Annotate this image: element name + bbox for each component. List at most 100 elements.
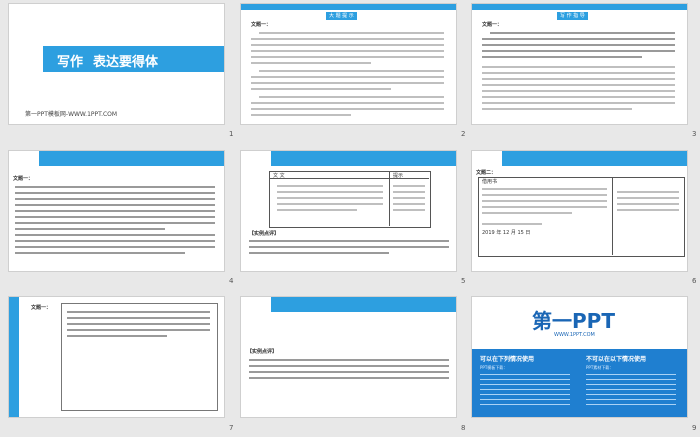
text-line (482, 78, 675, 80)
text-line (482, 84, 675, 86)
link-line (480, 389, 570, 390)
text-line (249, 359, 449, 361)
text-line (67, 317, 210, 319)
letter-date: 2019 年 12 月 15 日 (482, 230, 531, 236)
link-line (480, 374, 570, 375)
text-line (249, 371, 449, 373)
text-line (393, 191, 425, 193)
text-line (393, 185, 425, 187)
section-label: 写 作 指 导 (557, 12, 588, 20)
top-bar-white-tab (472, 151, 502, 166)
left-blue-stripe (9, 297, 19, 417)
text-line (482, 96, 675, 98)
text-line (617, 209, 679, 211)
heading: 文题一： (251, 22, 272, 28)
text-line (249, 377, 449, 379)
link-line (586, 384, 676, 385)
text-line (15, 186, 215, 188)
text-line (251, 38, 444, 40)
text-line (251, 88, 391, 90)
heading: 文题一： (13, 176, 34, 182)
table-col-left: 文 文 (273, 173, 285, 179)
text-line (15, 204, 215, 206)
text-line (259, 32, 444, 34)
text-line (393, 203, 425, 205)
text-line (393, 197, 425, 199)
top-bar-white-tab (241, 297, 271, 312)
title-accent-white (9, 46, 43, 72)
heading: 文题二： (476, 170, 497, 176)
logo-text: 第一PPT (532, 309, 615, 333)
text-line (15, 222, 215, 224)
link-line (586, 379, 676, 380)
slide-thumbnail-8[interactable]: 【实例点评】 (240, 296, 457, 418)
slide-number-8: 8 (461, 424, 466, 432)
text-line (15, 216, 215, 218)
text-line (490, 32, 675, 34)
text-line (482, 206, 607, 208)
text-line (482, 188, 607, 190)
text-line (249, 365, 449, 367)
slide-thumbnail-5[interactable]: 文 文 提示 【实例点评】 (240, 150, 457, 272)
text-line (251, 108, 444, 110)
heading: 文题一： (31, 305, 52, 311)
text-line (482, 212, 572, 214)
slide-thumbnail-1[interactable]: 写作 表达要得体 第一PPT模板网-WWW.1PPT.COM (8, 3, 225, 125)
text-line (482, 44, 675, 46)
table-col-right: 提示 (393, 173, 404, 179)
slide-number-7: 7 (229, 424, 234, 432)
table-divider (389, 171, 390, 226)
text-line (15, 228, 165, 230)
text-line (15, 252, 185, 254)
left-column-head: PPT模板下载： (480, 365, 508, 370)
text-line (15, 210, 215, 212)
text-line (482, 90, 675, 92)
link-line (480, 384, 570, 385)
text-line (67, 311, 210, 313)
review-heading: 【实例点评】 (247, 349, 278, 355)
text-line (482, 50, 675, 52)
slide-thumbnail-3[interactable]: 写 作 指 导 文题一： (471, 3, 688, 125)
text-line (482, 66, 675, 68)
right-column-head: PPT素材下载： (586, 365, 614, 370)
top-bar (241, 151, 456, 166)
slide-thumbnail-9[interactable]: 第一PPT WWW.1PPT.COM 可以在下列情况使用 不可以在以下情况使用 … (471, 296, 688, 418)
link-line (586, 404, 676, 405)
slide-thumbnail-2[interactable]: 大 题 提 示 文题一： (240, 3, 457, 125)
text-line (67, 335, 167, 337)
text-line (617, 197, 679, 199)
text-line (482, 194, 607, 196)
logo-subtext: WWW.1PPT.COM (554, 332, 595, 338)
text-line (482, 108, 632, 110)
letter-subject: 借用书 (482, 179, 498, 185)
link-line (586, 374, 676, 375)
top-bar (9, 151, 224, 166)
slide-title: 写作 表达要得体 (57, 55, 159, 70)
text-line (251, 76, 444, 78)
slide-number-1: 1 (229, 130, 234, 138)
review-heading: 【实例点评】 (249, 231, 280, 237)
slide-number-9: 9 (692, 424, 697, 432)
link-line (480, 404, 570, 405)
text-line (249, 252, 389, 254)
text-line (617, 191, 679, 193)
text-line (277, 185, 383, 187)
text-line (67, 323, 210, 325)
top-bar (241, 297, 456, 312)
slide-thumbnail-4[interactable]: 文题一： (8, 150, 225, 272)
link-line (586, 394, 676, 395)
text-line (277, 203, 383, 205)
text-line (15, 198, 215, 200)
text-line (393, 209, 425, 211)
text-line (482, 56, 642, 58)
text-line (617, 203, 679, 205)
text-line (482, 38, 675, 40)
text-line (15, 234, 215, 236)
text-line (15, 240, 215, 242)
slide-thumbnail-6[interactable]: 文题二： 借用书 2019 年 12 月 15 日 (471, 150, 688, 272)
left-column-title: 可以在下列情况使用 (480, 356, 535, 363)
text-line (251, 82, 444, 84)
slide-thumbnail-7[interactable]: 文题一： (8, 296, 225, 418)
table-header-line (269, 178, 429, 179)
text-line (277, 191, 383, 193)
